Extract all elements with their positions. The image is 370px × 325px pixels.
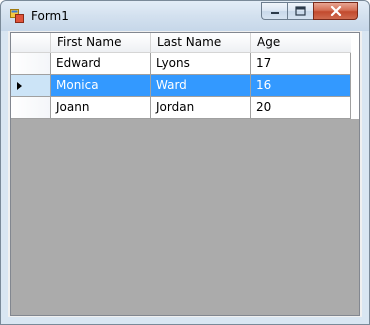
cell-last-name[interactable]: Jordan xyxy=(151,97,251,119)
close-icon xyxy=(330,6,341,16)
cell-first-name[interactable]: Joann xyxy=(51,97,151,119)
close-button[interactable] xyxy=(313,2,358,20)
table-row[interactable]: Edward Lyons 17 xyxy=(11,53,359,75)
data-grid-view[interactable]: First Name Last Name Age Edward Lyons 17… xyxy=(10,32,360,316)
row-header[interactable] xyxy=(11,97,51,119)
window-form1: Form1 First Name Last Name Age Edward Ly… xyxy=(0,0,370,325)
form-app-icon xyxy=(10,9,24,23)
column-header-age[interactable]: Age xyxy=(251,33,351,53)
column-header-row: First Name Last Name Age xyxy=(11,33,359,53)
caption-buttons xyxy=(261,2,366,21)
minimize-icon xyxy=(270,12,279,14)
table-row[interactable]: Joann Jordan 20 xyxy=(11,97,359,119)
cell-age[interactable]: 20 xyxy=(251,97,351,119)
column-header-first-name[interactable]: First Name xyxy=(51,33,151,53)
cell-first-name[interactable]: Edward xyxy=(51,53,151,75)
top-left-header-cell[interactable] xyxy=(11,33,51,53)
cell-age[interactable]: 17 xyxy=(251,53,351,75)
table-row-selected[interactable]: Monica Ward 16 xyxy=(11,75,359,97)
column-header-last-name[interactable]: Last Name xyxy=(151,33,251,53)
cell-last-name[interactable]: Lyons xyxy=(151,53,251,75)
form-client-area: First Name Last Name Age Edward Lyons 17… xyxy=(8,31,362,317)
cell-first-name[interactable]: Monica xyxy=(51,75,151,97)
maximize-button[interactable] xyxy=(287,2,313,20)
title-bar[interactable]: Form1 xyxy=(1,1,369,31)
window-title: Form1 xyxy=(31,9,69,23)
row-header[interactable] xyxy=(11,75,51,97)
maximize-icon xyxy=(295,6,306,16)
cell-last-name[interactable]: Ward xyxy=(151,75,251,97)
minimize-button[interactable] xyxy=(261,2,287,20)
row-header[interactable] xyxy=(11,53,51,75)
current-row-arrow-icon xyxy=(17,82,22,90)
cell-age[interactable]: 16 xyxy=(251,75,351,97)
